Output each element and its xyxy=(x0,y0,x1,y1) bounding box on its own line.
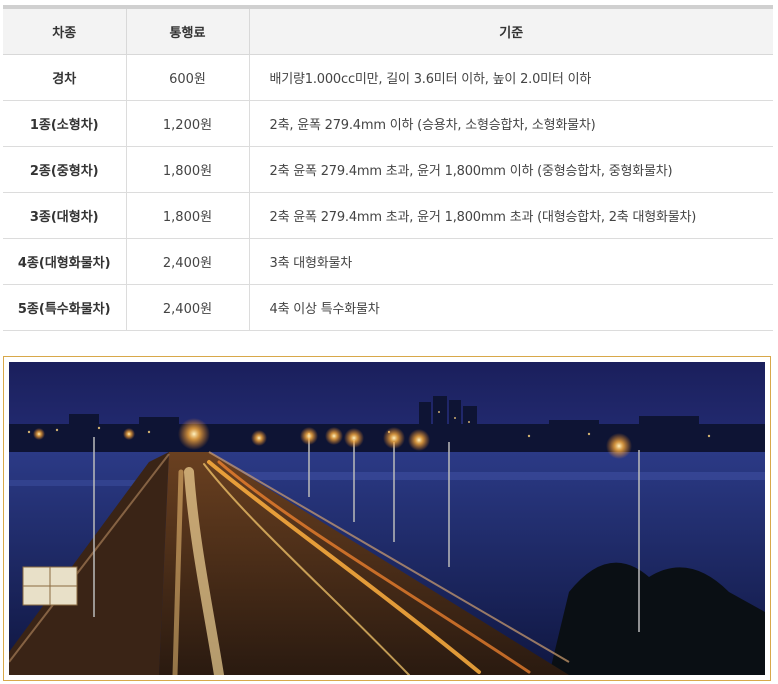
night-bridge-photo xyxy=(9,362,765,675)
table-row: 1종(소형차) 1,200원 2축, 윤폭 279.4mm 이하 (승용차, 소… xyxy=(3,100,773,147)
standard-cell: 2축 윤폭 279.4mm 초과, 윤거 1,800mm 이하 (중형승합차, … xyxy=(249,146,773,193)
table-row: 2종(중형차) 1,800원 2축 윤폭 279.4mm 초과, 윤거 1,80… xyxy=(3,146,773,193)
vehicle-type-cell: 경차 xyxy=(3,54,127,101)
table-header-row: 차종 통행료 기준 xyxy=(3,7,773,55)
standard-cell: 4축 이상 특수화물차 xyxy=(249,284,773,331)
toll-fee-cell: 1,800원 xyxy=(126,192,250,239)
standard-cell: 3축 대형화물차 xyxy=(249,238,773,285)
standard-cell: 2축 윤폭 279.4mm 초과, 윤거 1,800mm 초과 (대형승합차, … xyxy=(249,192,773,239)
vehicle-type-cell: 4종(대형화물차) xyxy=(3,238,127,285)
header-vehicle-type: 차종 xyxy=(3,7,127,55)
table-row: 3종(대형차) 1,800원 2축 윤폭 279.4mm 초과, 윤거 1,80… xyxy=(3,192,773,239)
table-row: 경차 600원 배기량1.000cc미만, 길이 3.6미터 이하, 높이 2.… xyxy=(3,54,773,101)
toll-fee-cell: 1,200원 xyxy=(126,100,250,147)
vehicle-type-cell: 2종(중형차) xyxy=(3,146,127,193)
vehicle-type-cell: 1종(소형차) xyxy=(3,100,127,147)
toll-fee-cell: 1,800원 xyxy=(126,146,250,193)
table-row: 5종(특수화물차) 2,400원 4축 이상 특수화물차 xyxy=(3,284,773,331)
toll-fee-table: 차종 통행료 기준 경차 600원 배기량1.000cc미만, 길이 3.6미터… xyxy=(3,5,773,331)
header-standard: 기준 xyxy=(249,7,773,55)
vehicle-type-cell: 5종(특수화물차) xyxy=(3,284,127,331)
table-row: 4종(대형화물차) 2,400원 3축 대형화물차 xyxy=(3,238,773,285)
toll-fee-cell: 2,400원 xyxy=(126,284,250,331)
header-toll-fee: 통행료 xyxy=(126,7,250,55)
bridge-photo-frame xyxy=(3,356,771,681)
toll-fee-cell: 600원 xyxy=(126,54,250,101)
standard-cell: 2축, 윤폭 279.4mm 이하 (승용차, 소형승합차, 소형화물차) xyxy=(249,100,773,147)
vehicle-type-cell: 3종(대형차) xyxy=(3,192,127,239)
toll-fee-cell: 2,400원 xyxy=(126,238,250,285)
standard-cell: 배기량1.000cc미만, 길이 3.6미터 이하, 높이 2.0미터 이하 xyxy=(249,54,773,101)
